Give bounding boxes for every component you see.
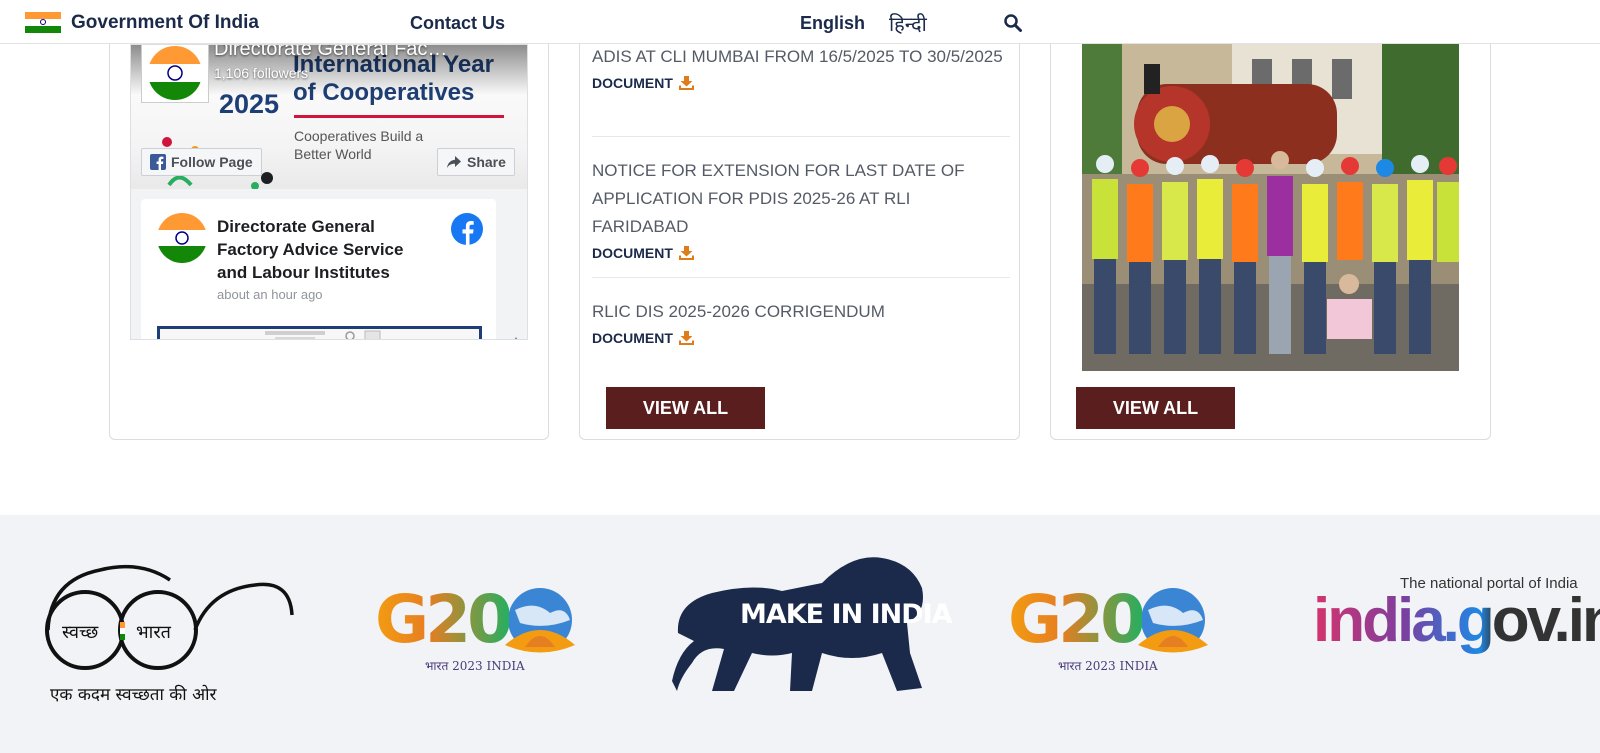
gallery-view-all-button[interactable]: VIEW ALL <box>1076 387 1235 429</box>
india-gov-in-logo[interactable]: The national portal of India india.gov.i… <box>1313 575 1600 685</box>
notice-divider <box>592 277 1010 278</box>
group-photo-locomotive <box>1082 44 1459 371</box>
facebook-f-icon <box>150 154 166 170</box>
feed-scrollbar[interactable] <box>507 335 525 339</box>
document-download-link[interactable]: DOCUMENT <box>592 330 694 346</box>
g20-text: G20 <box>1008 581 1146 658</box>
facebook-page-widget: International Year of Cooperatives 2025 … <box>130 44 528 340</box>
facebook-page-name[interactable]: Directorate General Fac… <box>214 45 484 61</box>
cover-divider <box>294 115 504 118</box>
facebook-post[interactable]: Directorate General Factory Advice Servi… <box>141 199 496 339</box>
make-in-india-logo[interactable]: MAKE IN INDIA <box>672 553 953 698</box>
facebook-cover-image[interactable]: International Year of Cooperatives 2025 … <box>131 45 527 190</box>
government-header-graphic <box>265 330 381 339</box>
post-image[interactable] <box>157 326 482 339</box>
india-flag-avatar-icon <box>148 46 202 100</box>
notice-title[interactable]: ADIS AT CLI MUMBAI FROM 16/5/2025 TO 30/… <box>592 43 1010 71</box>
document-label: DOCUMENT <box>592 245 673 261</box>
share-label: Share <box>467 154 506 170</box>
document-label: DOCUMENT <box>592 75 673 91</box>
gallery-photo[interactable] <box>1082 44 1459 371</box>
cover-subtitle: Cooperatives Build a Better World <box>294 128 424 162</box>
notice-item: ADIS AT CLI MUMBAI FROM 16/5/2025 TO 30/… <box>592 43 1010 93</box>
notice-item: NOTICE FOR EXTENSION FOR LAST DATE OF AP… <box>592 157 1010 263</box>
bharat-text: भारत <box>136 622 171 643</box>
download-icon <box>678 76 694 90</box>
language-hindi-link[interactable]: हिन्दी <box>889 10 927 37</box>
language-english-link[interactable]: English <box>800 13 865 34</box>
notice-divider <box>592 136 1010 137</box>
document-label: DOCUMENT <box>592 330 673 346</box>
footer-logo-strip: स्वच्छ भारत एक कदम स्वच्छता की ओर G20 भा… <box>0 515 1600 753</box>
swachh-bharat-logo[interactable]: स्वच्छ भारत एक कदम स्वच्छता की ओर <box>40 560 298 705</box>
g20-subtext: भारत 2023 INDIA <box>1058 659 1158 673</box>
india-flag-icon <box>25 12 61 33</box>
swachh-tagline: एक कदम स्वच्छता की ओर <box>50 685 217 705</box>
india-gov-text: india.gov.in <box>1313 585 1600 656</box>
facebook-feed[interactable]: Directorate General Factory Advice Servi… <box>131 189 527 339</box>
top-bar: Government Of India Contact Us English ह… <box>0 0 1600 44</box>
notice-title[interactable]: RLIC DIS 2025-2026 CORRIGENDUM <box>592 298 1010 326</box>
g20-logo[interactable]: G20 भारत 2023 INDIA <box>375 581 590 680</box>
scroll-up-arrow-icon[interactable] <box>510 337 522 339</box>
notice-title[interactable]: NOTICE FOR EXTENSION FOR LAST DATE OF AP… <box>592 157 1010 241</box>
post-timestamp[interactable]: about an hour ago <box>217 287 323 302</box>
g20-subtext: भारत 2023 INDIA <box>425 659 525 673</box>
download-icon <box>678 331 694 345</box>
document-download-link[interactable]: DOCUMENT <box>592 75 694 91</box>
download-icon <box>678 246 694 260</box>
facebook-followers: 1,106 followers <box>214 65 309 81</box>
g20-text: G20 <box>375 581 513 658</box>
document-download-link[interactable]: DOCUMENT <box>592 245 694 261</box>
g20-logo[interactable]: G20 भारत 2023 INDIA <box>1008 581 1223 680</box>
make-in-india-text: MAKE IN INDIA <box>740 599 953 630</box>
share-arrow-icon <box>447 156 461 168</box>
follow-page-button[interactable]: Follow Page <box>141 148 262 176</box>
post-author-name[interactable]: Directorate General Factory Advice Servi… <box>217 215 432 284</box>
follow-page-label: Follow Page <box>171 154 253 170</box>
notices-view-all-button[interactable]: VIEW ALL <box>606 387 765 429</box>
contact-us-link[interactable]: Contact Us <box>410 13 505 34</box>
post-author-avatar[interactable] <box>157 213 207 263</box>
search-icon[interactable] <box>1003 13 1023 33</box>
notice-item: RLIC DIS 2025-2026 CORRIGENDUM DOCUMENT <box>592 298 1010 348</box>
swachh-text: स्वच्छ <box>62 622 99 643</box>
government-of-india-link[interactable]: Government Of India <box>71 12 259 34</box>
facebook-logo-icon[interactable] <box>451 213 483 245</box>
page-avatar[interactable] <box>141 45 209 103</box>
share-button[interactable]: Share <box>437 148 515 176</box>
